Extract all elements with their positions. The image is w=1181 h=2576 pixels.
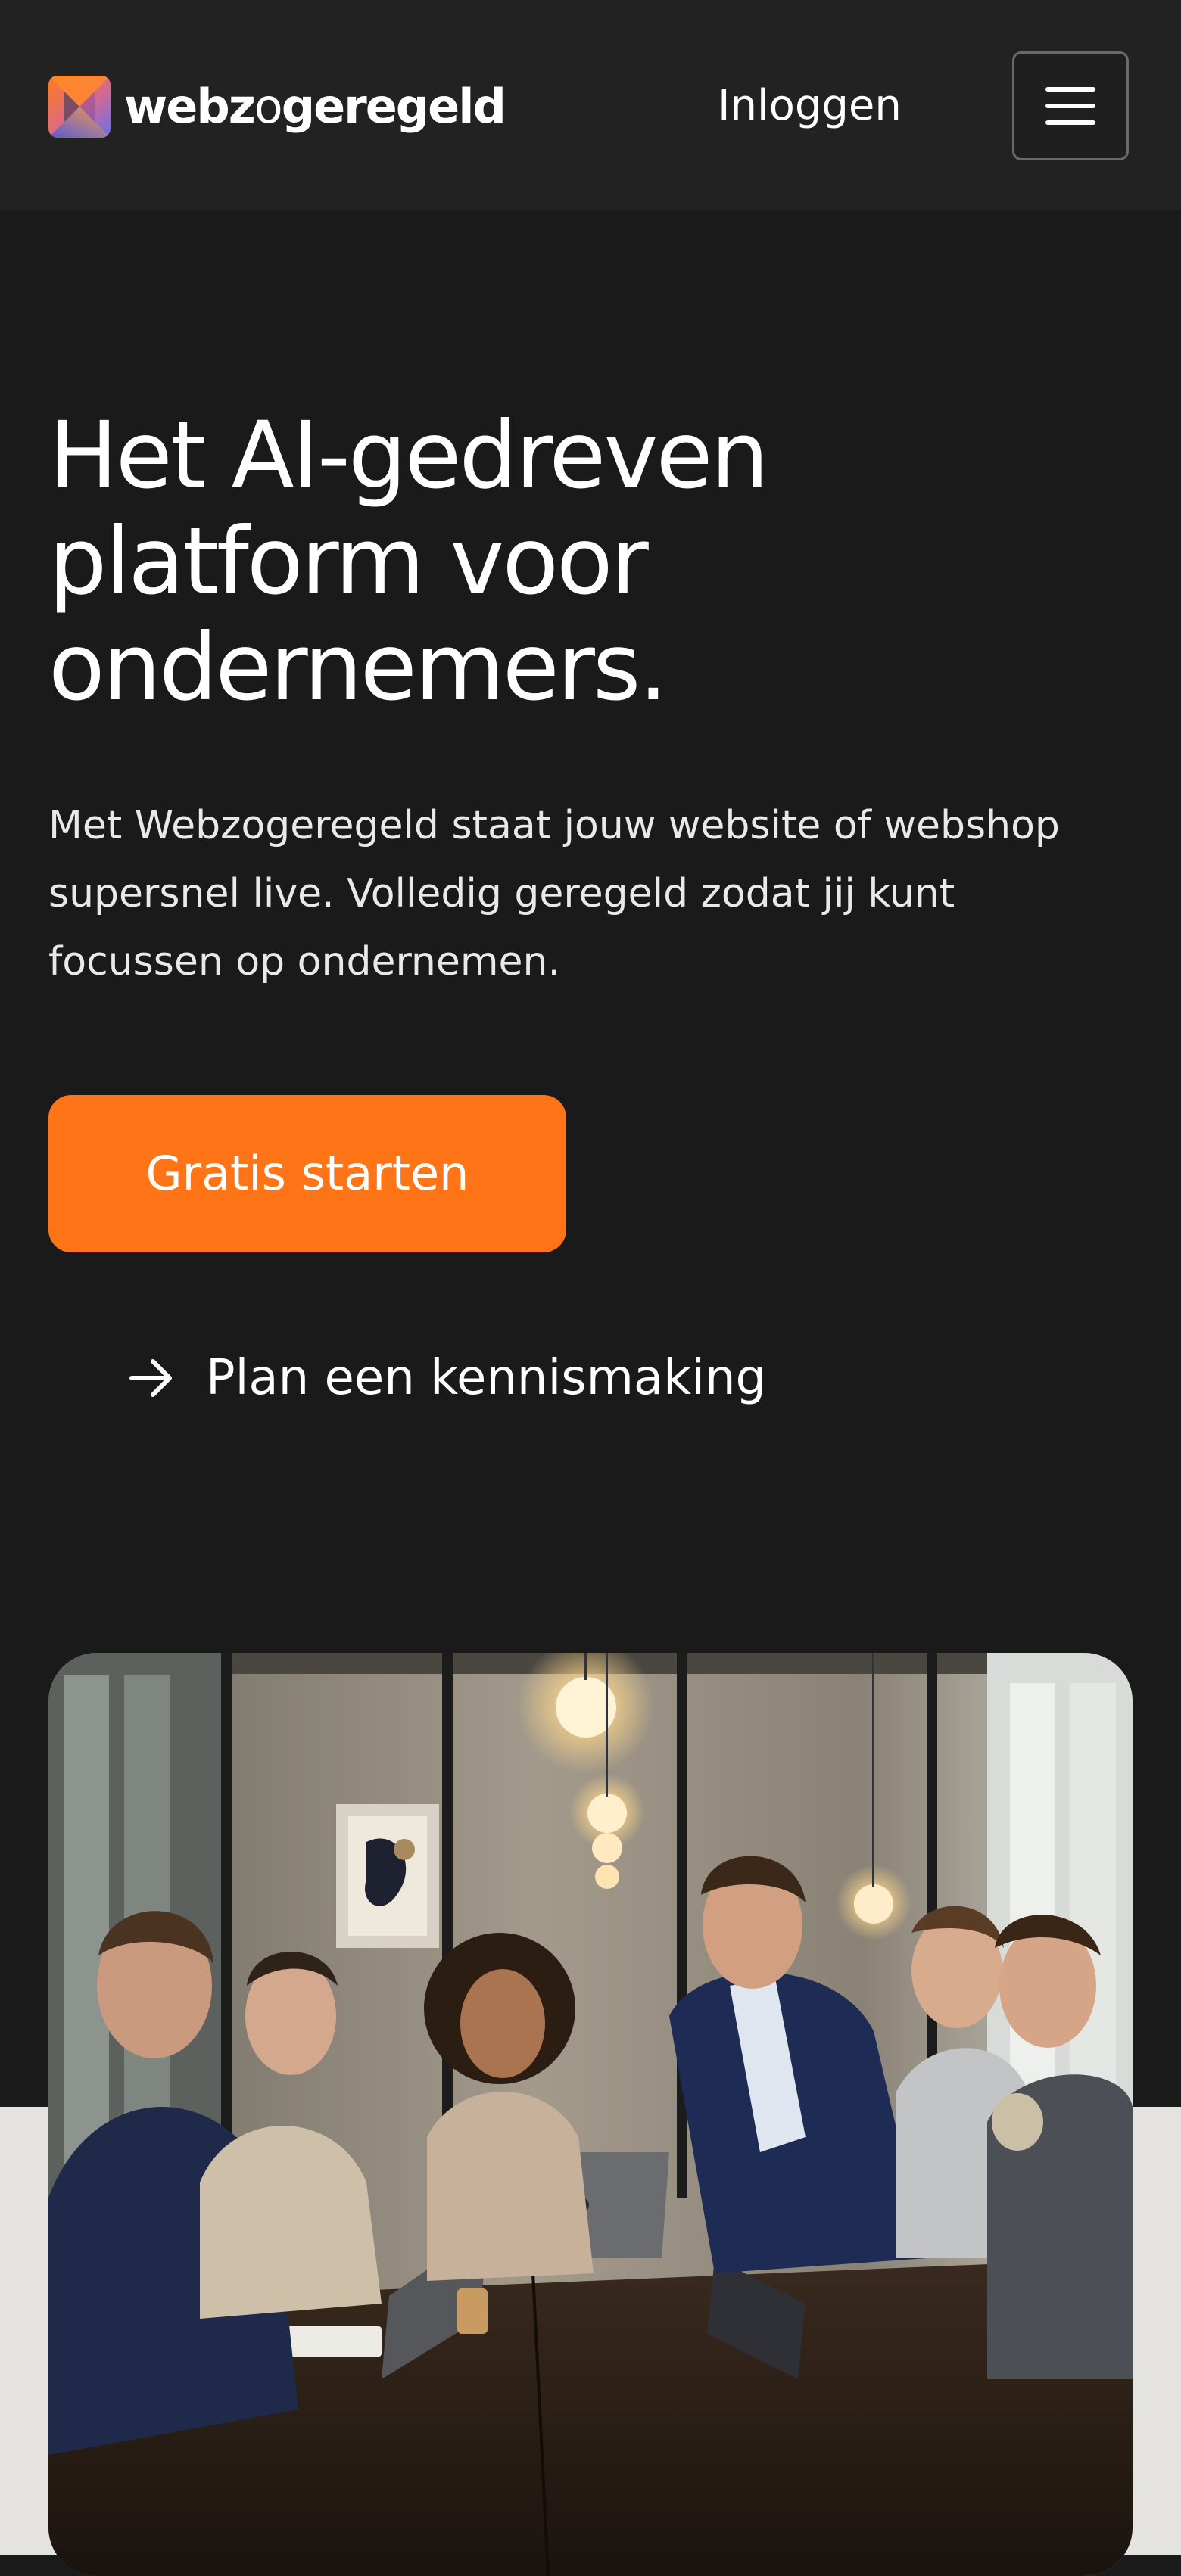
logo-icon bbox=[48, 76, 111, 138]
logo-text-part-1: webz bbox=[124, 79, 256, 134]
menu-button[interactable] bbox=[1012, 51, 1129, 160]
logo-text-part-3: geregeld bbox=[281, 79, 506, 134]
team-meeting-photo bbox=[48, 1653, 1133, 2576]
logo-wordmark: webzogeregeld bbox=[124, 76, 506, 138]
hamburger-menu-icon bbox=[1045, 87, 1095, 125]
hero-description: Met Webzogeregeld staat jouw website of … bbox=[48, 803, 1060, 985]
schedule-meeting-label: Plan een kennismaking bbox=[206, 1350, 767, 1406]
start-free-button[interactable]: Gratis starten bbox=[48, 1095, 566, 1252]
site-header: webzogeregeld Inloggen bbox=[0, 0, 1181, 210]
schedule-meeting-link[interactable]: Plan een kennismaking bbox=[127, 1344, 766, 1412]
logo[interactable]: webzogeregeld bbox=[48, 76, 506, 138]
login-link[interactable]: Inloggen bbox=[718, 76, 902, 136]
hero-title: Het AI-gedreven platform voor ondernemer… bbox=[48, 402, 769, 721]
logo-text-part-2: o bbox=[254, 79, 283, 134]
arrow-right-icon bbox=[129, 1359, 172, 1397]
